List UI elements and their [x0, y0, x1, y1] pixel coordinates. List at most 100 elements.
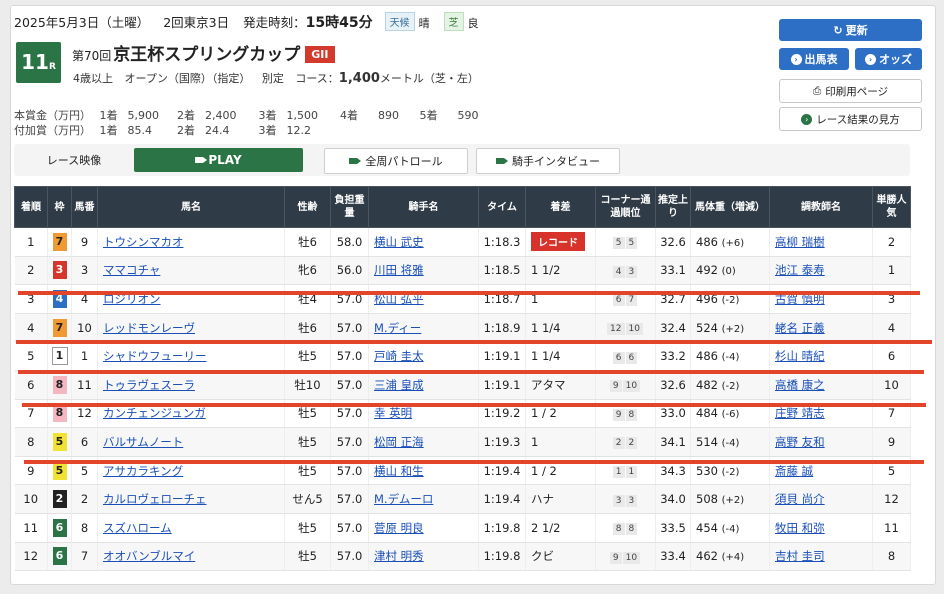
horse-name-link[interactable]: シャドウフューリー [103, 349, 207, 363]
jockey-link[interactable]: 幸 英明 [374, 406, 412, 420]
prize-place: 1着 [99, 109, 118, 122]
margin-cell: 1 [525, 284, 596, 314]
finish-position: 2 [14, 256, 48, 286]
horse-name-cell: トウシンマカオ [97, 227, 285, 257]
horse-name-cell: バルサムノート [97, 427, 285, 457]
play-video-button[interactable]: PLAY [134, 148, 303, 172]
table-row: 3 4 4 ロジリオン 牡4 57.0 松山 弘平 1:18.7 1 6 7 32.7 496 (-2)… [14, 284, 911, 314]
table-row: 12 6 7 オオバンブルマイ 牡5 57.0 津村 明秀 1:19.8 クビ 9 10 33.4 46… [14, 542, 911, 572]
corner-positions: 9 10 [595, 370, 656, 400]
margin-cell: ハナ [525, 484, 596, 514]
jockey-link[interactable]: 川田 将雅 [374, 263, 424, 277]
trainer-cell: 吉村 圭司 [769, 542, 873, 572]
finish-position: 5 [14, 341, 48, 371]
waku-cell: 6 [47, 542, 72, 572]
trainer-cell: 蛯名 正義 [769, 313, 873, 343]
trainer-link[interactable]: 蛯名 正義 [775, 321, 825, 335]
finish-position: 11 [14, 513, 48, 543]
odds-button[interactable]: › オッズ [855, 48, 922, 70]
interview-video-button[interactable]: 騎手インタビュー [476, 148, 620, 174]
trainer-link[interactable]: 庄野 靖志 [775, 406, 825, 420]
trainer-link[interactable]: 高野 友和 [775, 435, 825, 449]
horse-name-link[interactable]: トウシンマカオ [103, 235, 184, 249]
course-label: コース： [295, 72, 339, 85]
horse-name-link[interactable]: スズハローム [103, 521, 172, 535]
table-row: 6 8 11 トゥラヴェスーラ 牡10 57.0 三浦 皇成 1:19.1 アタマ 9 10 32.6… [14, 370, 911, 400]
waku-badge: 6 [52, 518, 67, 537]
result-table: 着順枠馬番 馬名 性齢 負担重量 騎手名 タイム 着差 コーナー通過順位 推定上り 馬体重（増減）… [14, 186, 911, 572]
last-3f: 32.4 [655, 313, 691, 343]
body-weight-cell: 482 (-2) [690, 370, 770, 400]
race-title: 第70回 京王杯スプリングカップ GII [72, 40, 335, 65]
horse-name-link[interactable]: トゥラヴェスーラ [103, 378, 195, 392]
refresh-button[interactable]: ↻ 更新 [779, 19, 922, 41]
corner-positions: 9 10 [595, 542, 656, 572]
trainer-link[interactable]: 須貝 尚介 [775, 492, 825, 506]
corner-4: 3 [625, 494, 638, 507]
horse-name-cell: スズハローム [97, 513, 285, 543]
prize-place: 2着 [177, 124, 195, 137]
body-weight: 486 [696, 234, 718, 249]
prize-place: 2着 [177, 109, 195, 122]
waku-badge: 6 [52, 547, 67, 566]
horse-name-link[interactable]: アサカラキング [103, 464, 183, 478]
horse-number: 3 [71, 256, 98, 286]
patrol-video-button[interactable]: 全周パトロール [324, 148, 468, 174]
body-weight-cell: 514 (-4) [690, 427, 770, 457]
column-header: 推定上り [655, 186, 691, 228]
body-weight-cell: 462 (+4) [690, 542, 770, 572]
sex-age: 牝6 [284, 256, 331, 286]
horse-name-cell: シャドウフューリー [97, 341, 285, 371]
horse-name-link[interactable]: カンチェンジュンガ [103, 406, 206, 420]
trainer-cell: 杉山 晴紀 [769, 341, 873, 371]
race-time: 1:19.8 [478, 542, 526, 572]
printer-icon: ⎙ [812, 84, 822, 97]
prize-main-row: 本賞金（万円） 1着 5,900 2着 2,400 3着 1,500 4着 890 5着… [14, 107, 488, 123]
horse-name-link[interactable]: レッドモンレーヴ [103, 321, 195, 335]
jockey-link[interactable]: 横山 和生 [374, 464, 424, 478]
race-meeting: 2回東京3日 [163, 15, 230, 30]
jockey-link[interactable]: 戸崎 圭太 [374, 349, 424, 363]
horse-name-link[interactable]: ママコチャ [103, 263, 160, 277]
trainer-cell: 牧田 和弥 [769, 513, 873, 543]
jockey-link[interactable]: 津村 明秀 [374, 549, 424, 563]
trainer-link[interactable]: 牧田 和弥 [775, 521, 825, 535]
margin-cell: 1 1/4 [525, 313, 596, 343]
corner-4: 8 [625, 523, 638, 536]
last-3f: 34.1 [655, 427, 691, 457]
jockey-cell: 横山 武史 [368, 227, 479, 257]
race-number-badge: 11R [16, 42, 61, 83]
margin-cell: 1 1/4 [525, 341, 596, 371]
body-weight-change: (-4) [721, 523, 740, 535]
trainer-link[interactable]: 杉山 晴紀 [775, 349, 825, 363]
annotation-underline [18, 370, 924, 374]
prize-place: 5着 [419, 109, 438, 122]
entries-button[interactable]: › 出馬表 [779, 48, 849, 70]
horse-name-link[interactable]: カルロヴェローチェ [103, 492, 207, 506]
jockey-link[interactable]: 松岡 正海 [374, 435, 424, 449]
trainer-link[interactable]: 高柳 瑞樹 [775, 235, 825, 249]
column-header: 単勝人気 [872, 186, 911, 228]
horse-name-link[interactable]: バルサムノート [103, 435, 183, 449]
trainer-link[interactable]: 斎藤 誠 [775, 464, 813, 478]
jockey-link[interactable]: M.デムーロ [374, 492, 433, 506]
race-time: 1:18.5 [478, 256, 526, 286]
horse-name-link[interactable]: オオバンブルマイ [103, 549, 195, 563]
jockey-link[interactable]: M.ディー [374, 321, 421, 335]
trainer-link[interactable]: 池江 泰寿 [775, 263, 825, 277]
chevron-right-icon: › [801, 113, 813, 125]
jockey-link[interactable]: 三浦 皇成 [374, 378, 424, 392]
jockey-link[interactable]: 菅原 明良 [374, 521, 424, 535]
print-page-button[interactable]: ⎙ 印刷用ページ [779, 79, 922, 103]
result-guide-button[interactable]: › レース結果の見方 [779, 107, 922, 131]
patrol-label: 全周パトロール [365, 155, 443, 168]
waku-badge: 7 [52, 318, 67, 337]
finish-position: 3 [14, 284, 48, 314]
trainer-link[interactable]: 吉村 圭司 [775, 549, 825, 563]
jockey-link[interactable]: 横山 武史 [374, 235, 424, 249]
carried-weight: 57.0 [330, 427, 369, 457]
result-rows: 1 7 9 トウシンマカオ 牡6 58.0 横山 武史 1:18.3 レコード 5 5 32.6 486… [14, 227, 911, 572]
trainer-link[interactable]: 高橋 康之 [775, 378, 825, 392]
body-weight-cell: 508 (+2) [690, 484, 770, 514]
prize-place: 1着 [99, 124, 118, 137]
